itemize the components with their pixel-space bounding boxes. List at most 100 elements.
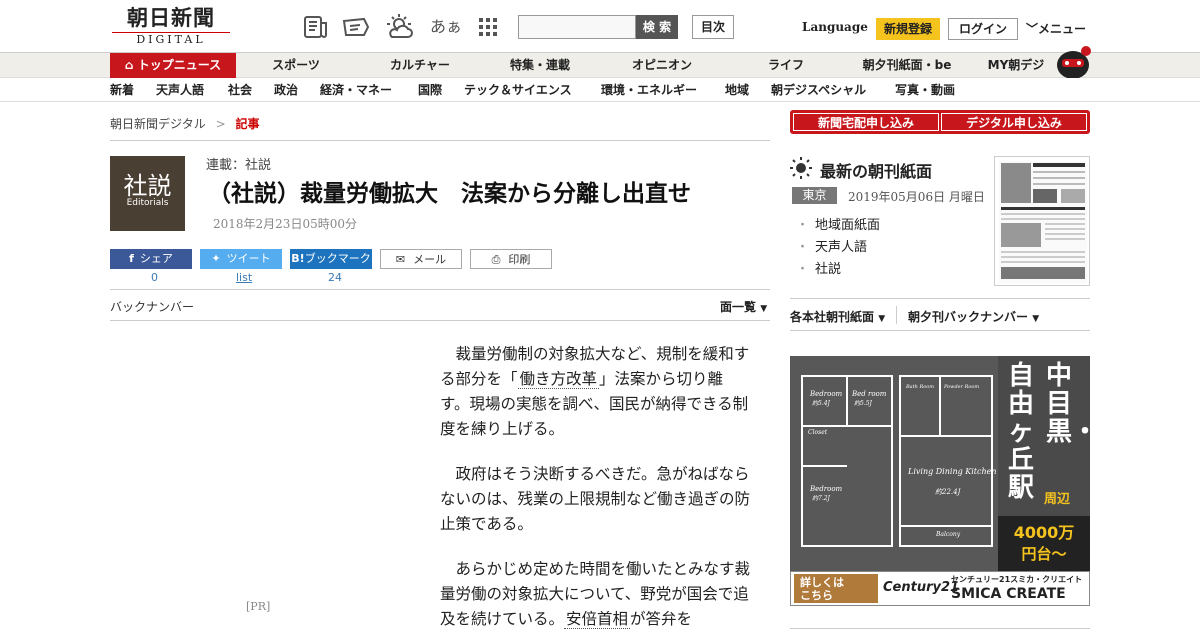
nav2-economy[interactable]: 経済・マネー — [320, 78, 392, 102]
nav-top-news[interactable]: ⌂ トップニュース — [110, 53, 236, 78]
breadcrumb: 朝日新聞デジタル > 記事 — [110, 115, 260, 132]
article-date: 2018年2月23日05時00分 — [213, 217, 357, 231]
paper-back-number-label: 朝夕刊バックナンバー — [908, 310, 1029, 324]
ad-headline-panel: 自由ヶ丘駅 中目黒・ 周辺 4000万 円台〜 — [998, 356, 1090, 571]
page-list-dropdown[interactable]: 面一覧 ▼ — [720, 298, 767, 315]
ad-room-size: 約5.5J — [854, 399, 873, 407]
twitter-share-button[interactable]: ✦ ツイート — [200, 249, 282, 269]
article-title: （社説）裁量労働拡大 法案から分離し出直せ — [208, 181, 691, 207]
paper-link-label: 社説 — [815, 262, 842, 277]
ad-brand-jp: センチュリー21スミカ・クリエイト — [951, 575, 1083, 584]
latest-paper-title[interactable]: 最新の朝刊紙面 — [820, 158, 932, 182]
paragraph-text: 政府はそう決断するべきだ。急がねばならないのは、残業の上限規制など働き過ぎの防止… — [440, 465, 751, 533]
login-button[interactable]: ログイン — [948, 18, 1018, 40]
home-icon: ⌂ — [124, 58, 134, 72]
paper-link-tenseijingo[interactable]: ・天声人語 — [796, 236, 867, 255]
mascot-icon[interactable] — [1054, 45, 1092, 79]
nav2-latest[interactable]: 新着 — [110, 78, 134, 102]
weather-icon[interactable] — [386, 13, 414, 41]
hatena-bookmark-label: ブックマーク — [304, 252, 371, 265]
ad-room-label: Bedroom — [809, 390, 843, 398]
paper-back-number-dropdown[interactable]: 朝夕刊バックナンバー ▼ — [908, 308, 1039, 325]
print-button[interactable]: ⎙ 印刷 — [470, 249, 552, 269]
subscribe-paper-button[interactable]: 新聞宅配申し込み — [793, 113, 939, 131]
back-number-link[interactable]: バックナンバー — [110, 298, 194, 315]
nav2-special[interactable]: 朝デジスペシャル — [771, 78, 866, 102]
ad-room-size: 約22.4J — [935, 488, 962, 496]
nav-sports[interactable]: スポーツ — [246, 53, 346, 78]
nav-culture[interactable]: カルチャー — [370, 53, 470, 78]
nav-life[interactable]: ライフ — [736, 53, 836, 78]
font-size-icon[interactable]: あぁ — [430, 13, 462, 37]
twitter-count[interactable]: list — [236, 271, 252, 284]
ad-price-suffix: 円台〜 — [1021, 545, 1067, 563]
divider — [896, 306, 897, 324]
mail-button[interactable]: ✉ メール — [380, 249, 462, 269]
series-label[interactable]: 連載：社説 — [206, 154, 271, 173]
subscribe-buttons: 新聞宅配申し込み デジタル申し込み — [790, 110, 1090, 134]
coupon-icon[interactable] — [342, 13, 370, 41]
secondary-nav: 新着 天声人語 社会 政治 経済・マネー 国際 テック＆サイエンス 環境・エネル… — [0, 78, 1200, 102]
bullet-icon: ・ — [796, 240, 810, 255]
keyword-link[interactable]: 安倍首相 — [564, 610, 631, 629]
ad-room-label: Bed room — [851, 390, 887, 398]
twitter-share-label: ツイート — [226, 252, 271, 265]
newspaper-icon[interactable] — [302, 13, 330, 41]
menu-label: メニュー — [1038, 22, 1087, 36]
index-button[interactable]: 目次 — [692, 15, 734, 39]
pr-label: [PR] — [246, 600, 271, 613]
keyword-link[interactable]: 働き方改革 — [517, 370, 600, 389]
register-button[interactable]: 新規登録 — [876, 18, 940, 40]
real-estate-ad[interactable]: Bedroom 約5.4J Bed room 約5.5J Bath Room P… — [790, 356, 1090, 606]
language-link[interactable]: Language — [802, 20, 868, 34]
nav-features[interactable]: 特集・連載 — [490, 53, 590, 78]
site-logo[interactable]: 朝日新聞 DIGITAL — [112, 6, 230, 48]
article-paragraph: 政府はそう決断するべきだ。急がねばならないのは、残業の上限規制など働き過ぎの防止… — [440, 462, 750, 537]
nav-my-asahi[interactable]: MY朝デジ — [978, 53, 1054, 78]
article-body: 裁量労働制の対象拡大など、規制を緩和する部分を「 働き方改革 」法案から切り離す。現… — [440, 342, 750, 630]
ad-price-value: 4000万 — [1013, 523, 1075, 542]
search-input[interactable] — [518, 15, 636, 39]
breadcrumb-current: 記事 — [235, 117, 260, 131]
nav-opinion[interactable]: オピニオン — [612, 53, 712, 78]
ad-cta-button[interactable]: 詳しくは こちら — [794, 574, 878, 603]
nav2-photo[interactable]: 写真・動画 — [895, 78, 955, 102]
search-button[interactable]: 検 索 — [636, 15, 678, 39]
ad-headline: 中目黒・ — [1046, 361, 1090, 447]
nav-top-news-label: トップニュース — [137, 58, 222, 72]
apps-grid-icon[interactable] — [476, 15, 500, 39]
nav-paper[interactable]: 朝夕刊紙面・be — [852, 53, 962, 78]
breadcrumb-home[interactable]: 朝日新聞デジタル — [110, 117, 206, 131]
site-header: 朝日新聞 DIGITAL あぁ 検 索 目次 Language 新規登録 ログイ — [0, 0, 1200, 52]
hatena-bookmark-button[interactable]: B!ブックマーク — [290, 249, 372, 269]
nav2-tech[interactable]: テック＆サイエンス — [464, 78, 572, 102]
nav2-region[interactable]: 地域 — [725, 78, 749, 102]
facebook-share-label: シェア — [139, 252, 173, 265]
paragraph-text: が答弁を — [630, 610, 693, 628]
ad-brand-en: SMICA CREATE — [951, 586, 1066, 602]
nav2-politics[interactable]: 政治 — [274, 78, 298, 102]
ad-footer: 詳しくは こちら Century21 センチュリー21スミカ・クリエイト SMI… — [790, 571, 1090, 606]
nav2-tenseijingo[interactable]: 天声人語 — [156, 78, 204, 102]
print-icon: ⎙ — [491, 253, 501, 266]
facebook-share-button[interactable]: f シェア — [110, 249, 192, 269]
divider — [110, 320, 770, 321]
bullet-icon: ・ — [796, 262, 810, 277]
regional-paper-dropdown[interactable]: 各本社朝刊紙面 ▼ — [790, 308, 885, 325]
nav2-environment[interactable]: 環境・エネルギー — [601, 78, 697, 102]
page-list-label: 面一覧 — [720, 300, 757, 314]
nav2-society[interactable]: 社会 — [228, 78, 252, 102]
subscribe-digital-button[interactable]: デジタル申し込み — [941, 113, 1087, 131]
ad-room-label: Bedroom — [809, 485, 843, 493]
front-page-thumbnail[interactable] — [994, 156, 1090, 286]
divider — [790, 330, 1090, 331]
paper-link-region[interactable]: ・地域面紙面 — [796, 214, 880, 233]
menu-button[interactable]: ﹀メニュー — [1026, 20, 1086, 37]
mail-icon: ✉ — [395, 253, 406, 266]
facebook-icon: f — [129, 252, 134, 265]
divider — [790, 298, 1090, 299]
ad-cta-line: こちら — [800, 589, 833, 602]
nav2-international[interactable]: 国際 — [418, 78, 442, 102]
paper-link-label: 天声人語 — [815, 240, 868, 255]
paper-link-editorial[interactable]: ・社説 — [796, 258, 841, 277]
